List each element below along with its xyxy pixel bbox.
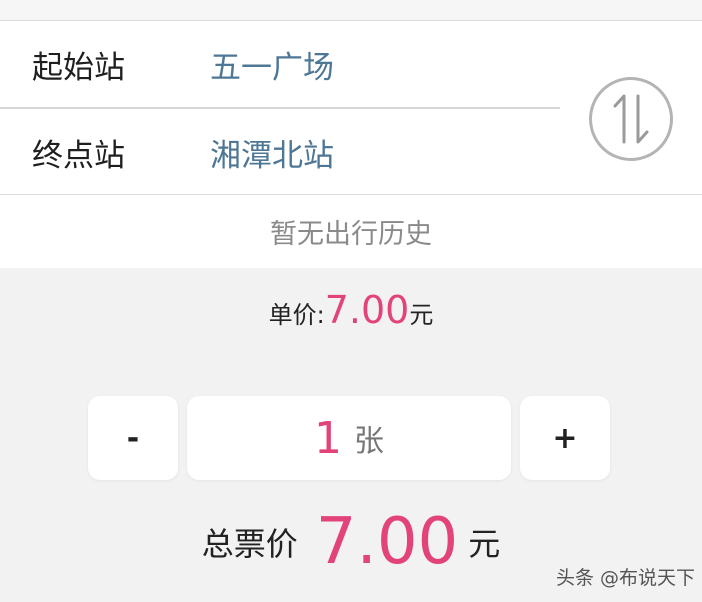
travel-history: 暂无出行历史 — [0, 195, 702, 268]
end-station-label: 终点站 — [32, 137, 125, 174]
end-station-value[interactable]: 湘潭北站 — [210, 130, 334, 175]
unit-price-value: 7.00 — [324, 288, 410, 332]
swap-arrows-icon — [613, 94, 649, 144]
start-station-value[interactable]: 五一广场 — [210, 42, 334, 87]
history-empty-text: 暂无出行历史 — [270, 219, 432, 250]
swap-stations-button[interactable] — [589, 77, 673, 161]
top-bar — [0, 0, 702, 21]
total-price-value: 7.00 — [315, 505, 459, 579]
unit-price-label: 单价: — [268, 301, 325, 329]
start-station-row[interactable]: 起始站 五一广场 — [0, 21, 560, 109]
end-station-row[interactable]: 终点站 湘潭北站 — [0, 109, 560, 195]
total-price-label: 总票价 — [201, 525, 298, 563]
ticket-unit: 张 — [354, 424, 384, 459]
decrease-quantity-button[interactable]: - — [88, 396, 178, 480]
start-station-label: 起始站 — [32, 49, 125, 86]
watermark: 头条 @布说天下 — [556, 567, 696, 589]
unit-price: 单价:7.00元 — [0, 288, 702, 332]
station-selector: 起始站 五一广场 终点站 湘潭北站 — [0, 21, 702, 195]
increase-quantity-button[interactable]: + — [520, 396, 610, 480]
quantity-display: 1 张 — [187, 396, 511, 480]
unit-price-currency: 元 — [409, 301, 434, 329]
ticket-count: 1 — [314, 412, 342, 464]
total-price-currency: 元 — [468, 525, 501, 563]
